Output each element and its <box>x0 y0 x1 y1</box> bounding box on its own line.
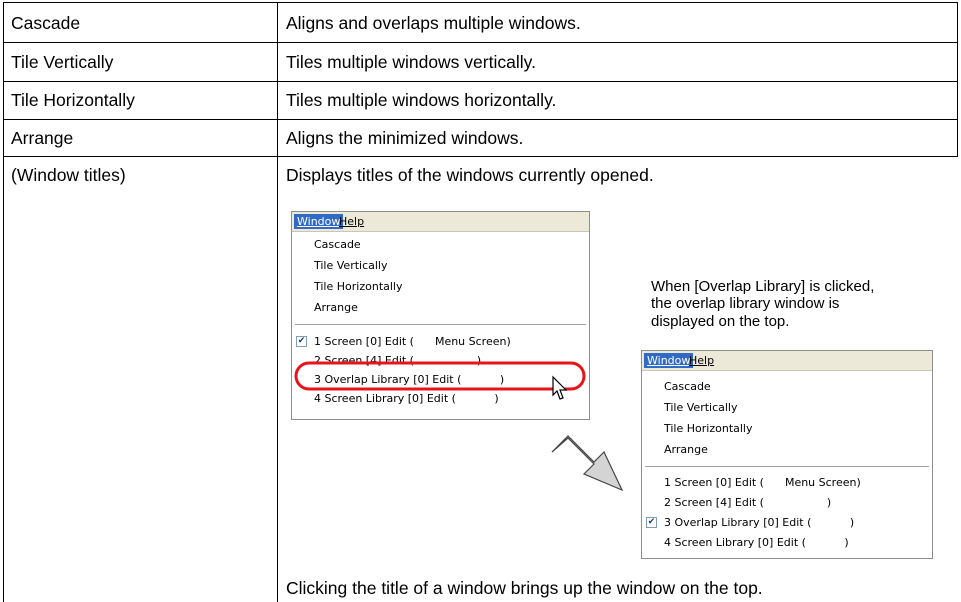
menu-window-item[interactable]: 4 Screen Library [0] Edit ( ) <box>314 392 499 406</box>
note-line: displayed on the top. <box>651 313 790 330</box>
window-menu-after: Window Help Cascade Tile Vertically Tile… <box>641 350 933 559</box>
menu-item-tile-horizontally[interactable]: Tile Horizontally <box>314 280 403 294</box>
menu-separator <box>645 466 929 467</box>
table-row-divider <box>3 42 958 43</box>
table-term: Arrange <box>11 128 74 148</box>
menu-window-item[interactable]: 4 Screen Library [0] Edit ( ) <box>664 536 849 550</box>
menu-item-cascade[interactable]: Cascade <box>314 238 361 252</box>
table-description: Aligns the minimized windows. <box>286 128 524 148</box>
check-icon: ✔ <box>646 517 657 528</box>
menu-item-tile-vertically[interactable]: Tile Vertically <box>314 259 388 273</box>
menu-separator <box>295 324 586 325</box>
check-icon: ✔ <box>296 336 307 347</box>
menu-item-cascade[interactable]: Cascade <box>664 380 711 394</box>
menu-item-arrange[interactable]: Arrange <box>664 443 708 457</box>
menu-window-item[interactable]: 2 Screen [4] Edit ( ) <box>664 496 831 510</box>
table-term: Tile Vertically <box>11 52 114 72</box>
table-border-top <box>3 2 958 3</box>
menu-item-tile-horizontally[interactable]: Tile Horizontally <box>664 422 753 436</box>
menu-item-tile-vertically[interactable]: Tile Vertically <box>664 401 738 415</box>
table-description: Aligns and overlaps multiple windows. <box>286 13 581 33</box>
arrow-down-right-icon <box>551 435 624 492</box>
highlight-ring <box>294 361 586 391</box>
menubar-help[interactable]: Help <box>686 353 717 368</box>
table-term: Tile Horizontally <box>11 90 135 110</box>
menu-item-arrange[interactable]: Arrange <box>314 301 358 315</box>
menu-window-item[interactable]: 3 Overlap Library [0] Edit ( ) <box>664 516 854 530</box>
menu-window-item[interactable]: 1 Screen [0] Edit ( Menu Screen) <box>664 476 861 490</box>
table-column-divider <box>277 2 278 602</box>
table-border-right <box>957 2 958 157</box>
menu-window-item[interactable]: 1 Screen [0] Edit ( Menu Screen) <box>314 335 511 349</box>
table-row-divider <box>3 81 958 82</box>
table-description: Tiles multiple windows horizontally. <box>286 90 557 110</box>
table-description: Tiles multiple windows vertically. <box>286 52 536 72</box>
note-line: the overlap library window is <box>651 295 840 312</box>
table-border-left <box>3 2 4 602</box>
table-description: Displays titles of the windows currently… <box>286 165 654 185</box>
footer-description: Clicking the title of a window brings up… <box>286 578 763 598</box>
menubar-help[interactable]: Help <box>336 214 367 229</box>
mouse-pointer-icon <box>552 375 568 400</box>
menubar: Window Help <box>292 212 589 232</box>
table-row-divider <box>3 119 958 120</box>
menubar: Window Help <box>642 351 932 371</box>
note-line: When [Overlap Library] is clicked, <box>651 278 875 295</box>
table-term: (Window titles) <box>11 165 126 185</box>
table-row-divider <box>3 156 958 157</box>
table-term: Cascade <box>11 13 81 33</box>
